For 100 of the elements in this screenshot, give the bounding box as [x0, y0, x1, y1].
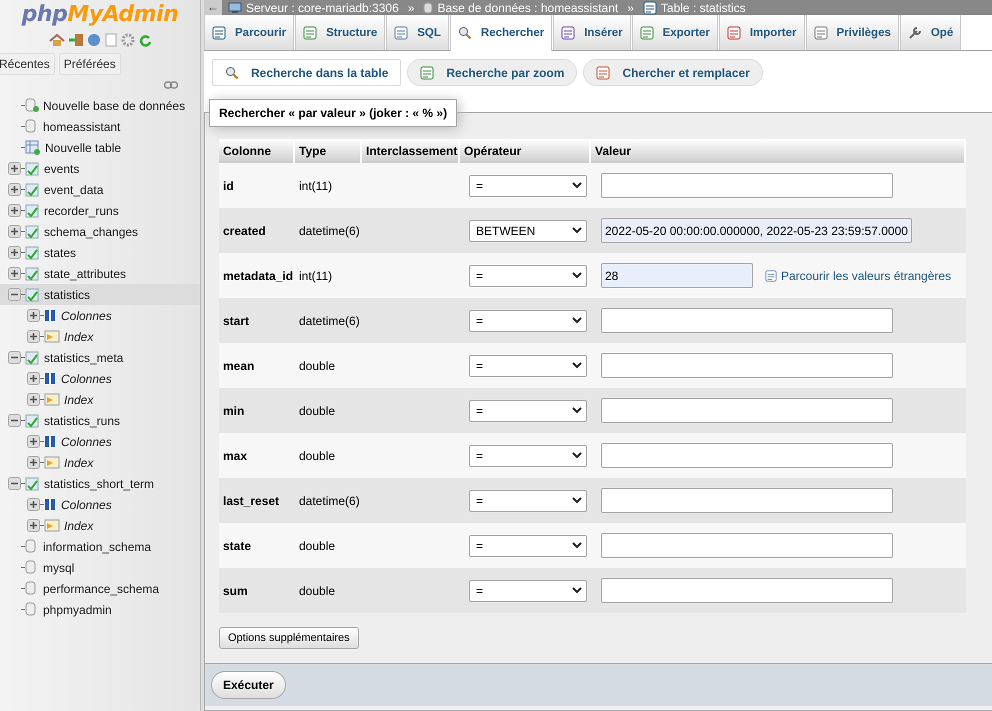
breadcrumb-link[interactable]: Serveur : core-mariadb:3306: [246, 0, 399, 14]
breadcrumb-separator: »: [627, 0, 634, 14]
table-cell: int(11): [295, 163, 362, 208]
tree-item[interactable]: schema_changes: [44, 224, 138, 238]
tree-item[interactable]: homeassistant: [43, 120, 120, 134]
operator-select[interactable]: =: [469, 534, 587, 556]
value-input[interactable]: [601, 353, 893, 378]
operator-select[interactable]: =: [469, 174, 587, 196]
value-input[interactable]: [601, 488, 893, 513]
expand-icon[interactable]: [27, 435, 40, 448]
tree-item[interactable]: phpmyadmin: [43, 602, 112, 616]
expand-icon[interactable]: [27, 372, 40, 385]
column-header: Opérateur: [460, 139, 591, 163]
expand-icon[interactable]: [8, 183, 21, 196]
tree-item[interactable]: information_schema: [43, 540, 152, 554]
tab[interactable]: Insérer: [553, 15, 631, 50]
tree-item[interactable]: Colonnes: [61, 434, 112, 448]
tree-item[interactable]: statistics_runs: [44, 414, 120, 428]
table-cell: datetime(6): [295, 478, 362, 523]
table-cell: state: [219, 523, 295, 568]
expand-icon[interactable]: [8, 225, 21, 238]
column-header: Interclassement: [362, 139, 460, 163]
search-icon: [458, 26, 472, 40]
operator-select[interactable]: =: [469, 264, 587, 286]
value-input[interactable]: [601, 308, 893, 333]
foreign-values-link[interactable]: Parcourir les valeurs étrangères: [765, 268, 952, 282]
collapse-icon[interactable]: [8, 351, 21, 364]
tab[interactable]: Importer: [718, 15, 805, 50]
tree-item[interactable]: Index: [64, 456, 94, 470]
breadcrumb-link[interactable]: Base de données : homeassistant: [437, 0, 618, 14]
sidebar-tab[interactable]: Préférées: [58, 53, 121, 75]
expand-icon[interactable]: [8, 246, 21, 259]
tree-item[interactable]: performance_schema: [43, 582, 160, 596]
tree-item[interactable]: state_attributes: [44, 266, 126, 280]
table-cell: datetime(6): [295, 208, 362, 253]
tree-item[interactable]: statistics_meta: [44, 350, 124, 364]
value-input[interactable]: [601, 443, 893, 468]
link-icon[interactable]: [164, 81, 178, 89]
tree-item[interactable]: Index: [64, 330, 94, 344]
table-cell: start: [219, 298, 295, 343]
expand-icon[interactable]: [27, 519, 40, 532]
operator-select[interactable]: =: [469, 354, 587, 376]
tree-item[interactable]: events: [44, 162, 80, 176]
subtab[interactable]: Recherche par zoom: [407, 59, 578, 86]
operator-select[interactable]: =: [469, 580, 587, 602]
tree-item[interactable]: Colonnes: [61, 372, 112, 386]
operator-select[interactable]: =: [469, 400, 587, 422]
tree-item[interactable]: Colonnes: [61, 308, 112, 322]
tab[interactable]: SQL: [386, 15, 449, 50]
tab[interactable]: Parcourir: [204, 15, 294, 50]
subtab[interactable]: Recherche dans la table: [212, 59, 402, 86]
expand-icon[interactable]: [8, 267, 21, 280]
tree-item[interactable]: Nouvelle base de données: [43, 98, 186, 112]
tab[interactable]: Opé: [900, 15, 962, 50]
expand-icon[interactable]: [27, 456, 40, 469]
expand-icon[interactable]: [27, 330, 40, 343]
tree-item[interactable]: Index: [64, 518, 94, 532]
chevron-down-icon: [572, 542, 582, 549]
collapse-icon[interactable]: [8, 414, 21, 427]
tab[interactable]: Structure: [295, 15, 386, 50]
tree-item[interactable]: Nouvelle table: [45, 140, 122, 154]
tab[interactable]: Rechercher: [450, 15, 552, 51]
expand-icon[interactable]: [27, 393, 40, 406]
breadcrumb-link[interactable]: Table : statistics: [660, 0, 746, 14]
value-input[interactable]: 2022-05-20 00:00:00.000000, 2022-05-23 23:59:57.0000: [601, 218, 912, 243]
value-input[interactable]: [601, 398, 893, 423]
home-icon[interactable]: [48, 33, 64, 47]
tree-item[interactable]: statistics: [44, 288, 90, 302]
tree-item[interactable]: mysql: [43, 560, 74, 574]
expand-icon[interactable]: [27, 498, 40, 511]
subtab[interactable]: Chercher et remplacer: [583, 59, 763, 86]
logo[interactable]: phpMyAdmin: [0, 2, 200, 27]
tree-item[interactable]: Index: [64, 392, 94, 406]
collapse-icon[interactable]: [8, 288, 21, 301]
column-header: Colonne: [219, 139, 295, 163]
submit-button[interactable]: Exécuter: [211, 671, 286, 699]
tab[interactable]: Exporter: [632, 15, 718, 50]
value-input[interactable]: [601, 578, 893, 603]
operator-select[interactable]: =: [469, 444, 587, 466]
collapse-icon[interactable]: [8, 477, 21, 490]
operator-select[interactable]: =: [469, 310, 587, 332]
columns-icon: [44, 372, 57, 385]
selected-tree-row[interactable]: statistics: [0, 284, 200, 305]
exit-icon[interactable]: [68, 33, 84, 47]
expand-icon[interactable]: [8, 204, 21, 217]
tree-item[interactable]: event_data: [44, 182, 104, 196]
expand-icon[interactable]: [8, 162, 21, 175]
operator-select[interactable]: =: [469, 490, 587, 512]
tree-item[interactable]: Colonnes: [61, 498, 112, 512]
value-input[interactable]: 28: [601, 263, 753, 288]
value-input[interactable]: [601, 173, 893, 198]
tree-item[interactable]: states: [44, 246, 76, 260]
operator-select[interactable]: BETWEEN: [469, 220, 587, 242]
expand-icon[interactable]: [27, 309, 40, 322]
tree-item[interactable]: statistics_short_term: [44, 476, 154, 490]
options-button[interactable]: Options supplémentaires: [219, 627, 359, 649]
sidebar-tab[interactable]: Récentes: [0, 53, 55, 75]
tree-item[interactable]: recorder_runs: [44, 204, 119, 218]
tab[interactable]: Privilèges: [806, 15, 899, 50]
value-input[interactable]: [601, 533, 893, 558]
